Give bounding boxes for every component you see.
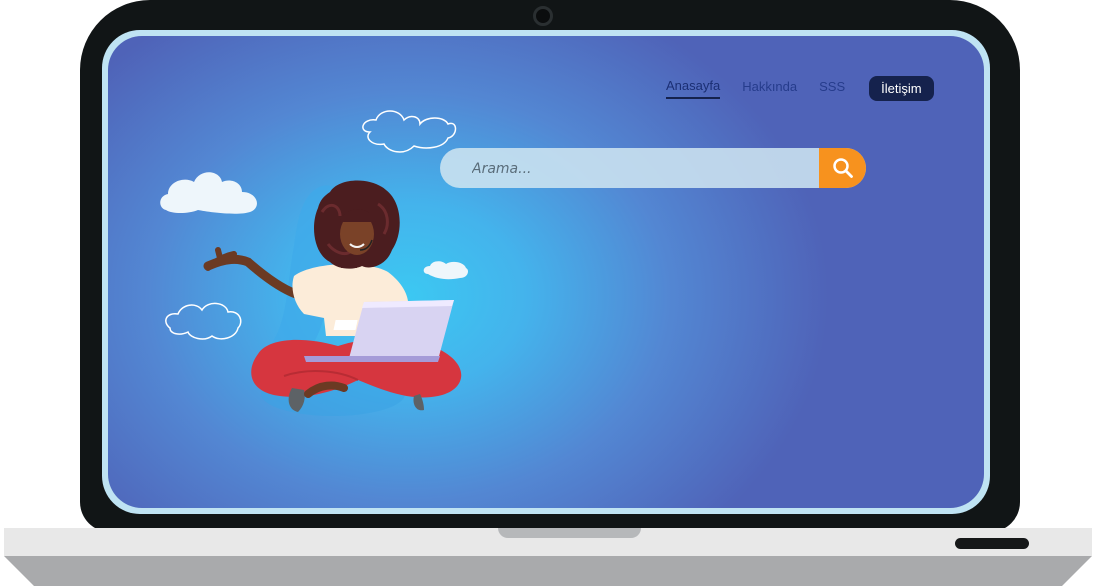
white-cloud [160,172,257,214]
nav-link-anasayfa[interactable]: Anasayfa [666,78,721,99]
nav-link-sss[interactable]: SSS [819,79,845,98]
search-icon [832,158,853,178]
hero-illustration [160,110,468,416]
small-cloud [423,261,468,280]
search-input[interactable] [470,148,814,190]
contact-button[interactable]: İletişim [869,76,934,101]
search-bar [440,148,866,190]
screen: Anasayfa Hakkında SSS İletişim [108,36,984,508]
laptop-notch [498,528,641,538]
top-nav: Anasayfa Hakkında SSS İletişim [666,76,934,101]
laptop-slot [955,538,1029,549]
nav-link-hakkinda[interactable]: Hakkında [742,79,797,98]
outline-cloud [165,302,242,340]
search-button[interactable] [819,148,866,188]
webcam [533,6,553,26]
outline-cloud [362,110,457,153]
